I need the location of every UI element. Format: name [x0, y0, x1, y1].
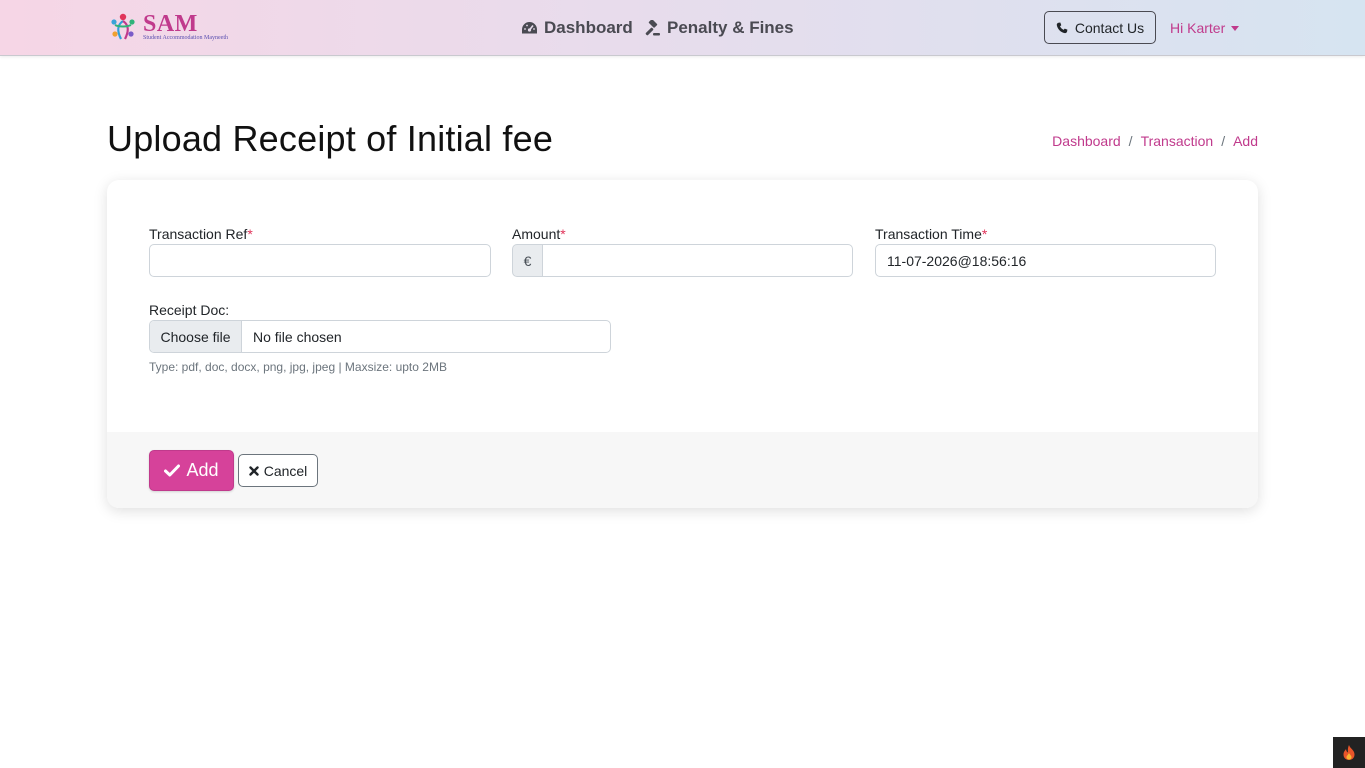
file-name-display: No file chosen [253, 328, 342, 345]
page-title: Upload Receipt of Initial fee [107, 118, 554, 159]
contact-us-button[interactable]: Contact Us [1044, 11, 1156, 44]
required-mark: * [981, 226, 988, 242]
breadcrumb-dashboard[interactable]: Dashboard [1052, 133, 1121, 149]
corner-widget[interactable] [1333, 737, 1365, 768]
file-type-hint: Type: pdf, doc, docx, png, jpg, jpeg | M… [149, 360, 447, 374]
receipt-doc-file-input[interactable]: Choose file No file chosen [149, 320, 611, 353]
choose-file-button[interactable]: Choose file [150, 321, 242, 352]
cancel-button[interactable]: Cancel [238, 454, 318, 487]
transaction-time-value: 11-07-2026@18:56:16 [887, 252, 1027, 269]
close-icon [249, 465, 259, 476]
amount-label-text: Amount [512, 226, 561, 242]
upload-receipt-card: Transaction Ref* Amount* € Transaction T… [107, 180, 1258, 508]
breadcrumb-transaction[interactable]: Transaction [1141, 133, 1214, 149]
breadcrumb-separator: / [1128, 133, 1133, 149]
required-mark: * [247, 226, 253, 242]
brand-name: SAM [143, 11, 198, 37]
add-button-label: Add [186, 460, 219, 480]
logo-emblem-icon [111, 13, 135, 40]
amount-input[interactable] [542, 244, 853, 277]
top-navbar: SAM Student Accommodation Mayneeth Dashb… [0, 0, 1365, 56]
euro-currency-addon: € [512, 244, 543, 277]
transaction-time-label-text: Transaction Time [875, 226, 982, 242]
check-icon [164, 464, 181, 477]
nav-dashboard-label: Dashboard [544, 18, 633, 37]
transaction-ref-input[interactable] [149, 244, 491, 277]
transaction-time-label: Transaction Time* [875, 226, 987, 242]
nav-penalty-label: Penalty & Fines [667, 18, 794, 37]
amount-label: Amount* [512, 226, 566, 242]
cancel-button-label: Cancel [263, 462, 308, 479]
breadcrumb: Dashboard / Transaction / Add [1052, 133, 1258, 149]
chevron-down-icon [1231, 25, 1240, 31]
brand-logo[interactable]: SAM Student Accommodation Mayneeth [107, 11, 257, 45]
transaction-ref-label-text: Transaction Ref [149, 226, 248, 242]
breadcrumb-add[interactable]: Add [1233, 133, 1258, 149]
nav-dashboard-link[interactable]: Dashboard [521, 18, 633, 38]
required-mark: * [560, 226, 566, 242]
add-button[interactable]: Add [149, 450, 234, 491]
breadcrumb-separator: / [1221, 133, 1226, 149]
brand-tagline: Student Accommodation Mayneeth [143, 35, 228, 41]
user-menu-dropdown[interactable]: Hi Karter [1170, 20, 1240, 36]
transaction-ref-label: Transaction Ref* [149, 226, 253, 242]
user-greeting: Hi Karter [1170, 20, 1226, 36]
phone-icon [1056, 22, 1068, 33]
transaction-time-input[interactable]: 11-07-2026@18:56:16 [875, 244, 1216, 277]
gavel-icon [645, 19, 660, 35]
tachometer-icon [522, 21, 537, 33]
receipt-doc-label: Receipt Doc: [149, 302, 230, 318]
nav-penalty-link[interactable]: Penalty & Fines [644, 18, 794, 38]
contact-us-label: Contact Us [1074, 19, 1145, 36]
flame-icon [1343, 745, 1355, 760]
